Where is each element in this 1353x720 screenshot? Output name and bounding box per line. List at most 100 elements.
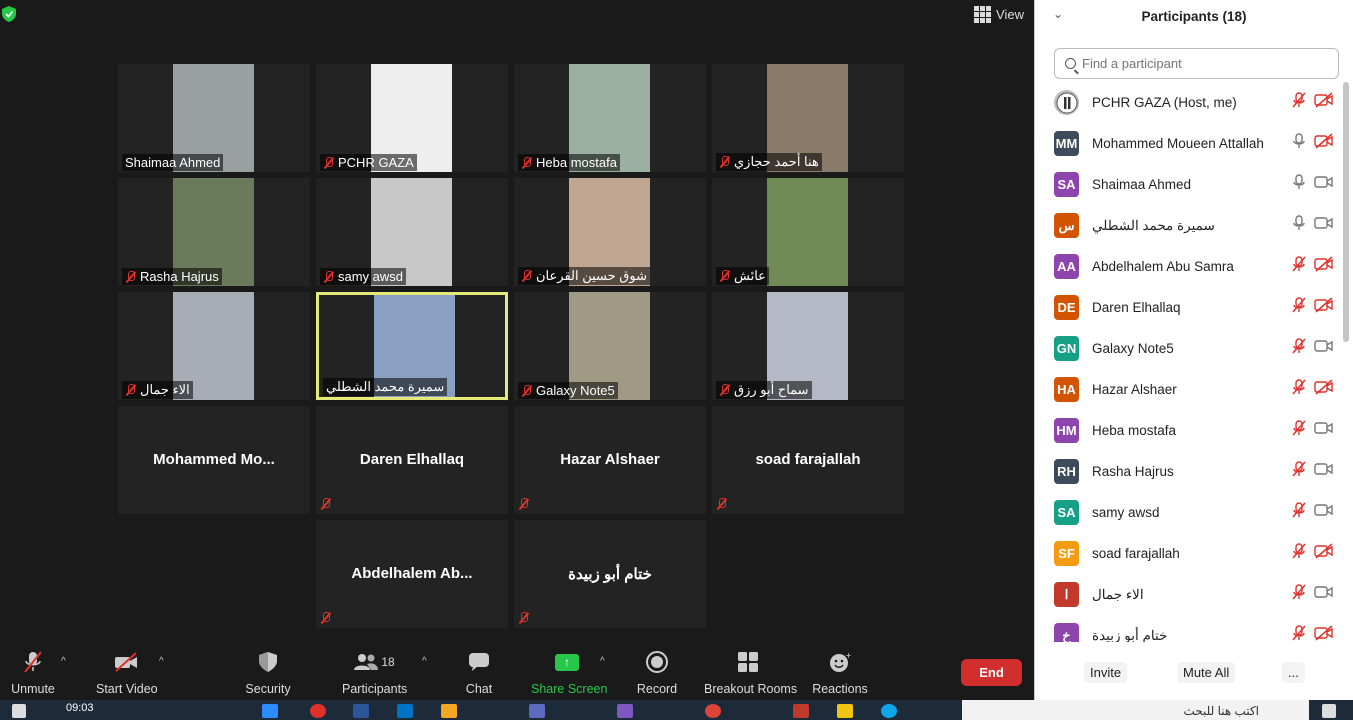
participant-row[interactable]: HA Hazar Alshaer bbox=[1035, 369, 1340, 410]
encryption-shield-icon[interactable] bbox=[2, 6, 16, 22]
participant-row[interactable]: HM Heba mostafa bbox=[1035, 410, 1340, 451]
muted-microphone-icon[interactable] bbox=[1291, 543, 1307, 564]
microphone-icon[interactable] bbox=[1291, 215, 1307, 236]
muted-microphone-icon[interactable] bbox=[1291, 379, 1307, 400]
participant-tile[interactable]: Heba mostafa bbox=[514, 64, 706, 172]
reactions-button[interactable]: + Reactions bbox=[812, 650, 868, 696]
microphone-icon[interactable] bbox=[1291, 174, 1307, 195]
calculator-app-icon[interactable] bbox=[617, 704, 633, 718]
video-off-icon[interactable] bbox=[1314, 133, 1334, 154]
participant-row[interactable]: GN Galaxy Note5 bbox=[1035, 328, 1340, 369]
chrome-app-icon[interactable] bbox=[705, 704, 721, 718]
participant-search[interactable] bbox=[1054, 48, 1339, 79]
participant-tile[interactable]: Mohammed Mo... bbox=[118, 406, 310, 514]
record-button[interactable]: Record bbox=[636, 650, 678, 696]
audio-options-caret-icon[interactable]: ^ bbox=[61, 656, 66, 667]
unmute-button[interactable]: Unmute bbox=[10, 650, 56, 696]
participant-search-input[interactable] bbox=[1082, 56, 1322, 71]
windows-logo-icon[interactable] bbox=[1322, 704, 1336, 718]
participant-tile[interactable]: samy awsd bbox=[316, 178, 508, 286]
video-off-icon[interactable] bbox=[1314, 92, 1334, 113]
video-off-icon[interactable] bbox=[1314, 625, 1334, 642]
view-button[interactable]: View bbox=[974, 6, 1024, 23]
more-options-button[interactable]: ... bbox=[1282, 662, 1305, 683]
participant-tile[interactable]: Abdelhalem Ab... bbox=[316, 520, 508, 628]
participant-tile[interactable]: شوق حسين القرعان bbox=[514, 178, 706, 286]
participant-tile[interactable]: عائش bbox=[712, 178, 904, 286]
participant-tile[interactable]: Hazar Alshaer bbox=[514, 406, 706, 514]
muted-microphone-icon[interactable] bbox=[1291, 420, 1307, 441]
video-off-icon[interactable] bbox=[1314, 256, 1334, 277]
outlook-app-icon[interactable] bbox=[397, 704, 413, 718]
grid-view-icon bbox=[974, 6, 992, 23]
participant-list-scrollbar[interactable] bbox=[1343, 82, 1349, 342]
participant-tile[interactable]: soad farajallah bbox=[712, 406, 904, 514]
microphone-icon[interactable] bbox=[1291, 133, 1307, 154]
tile-display-name: Abdelhalem Ab... bbox=[351, 565, 473, 582]
folder-app-icon[interactable] bbox=[441, 704, 457, 718]
chat-button[interactable]: Chat bbox=[461, 650, 497, 696]
opera-app-icon[interactable] bbox=[310, 704, 326, 718]
muted-microphone-icon[interactable] bbox=[1291, 297, 1307, 318]
word-app-icon[interactable] bbox=[353, 704, 369, 718]
video-camera-icon[interactable] bbox=[1314, 174, 1334, 195]
participant-tile[interactable]: PCHR GAZA bbox=[316, 64, 508, 172]
participant-tile[interactable]: سماح أبو رزق bbox=[712, 292, 904, 400]
participant-tile[interactable]: الاء جمال bbox=[118, 292, 310, 400]
share-screen-button[interactable]: ↑ Share Screen bbox=[531, 650, 607, 696]
muted-microphone-icon[interactable] bbox=[1291, 256, 1307, 277]
participant-row[interactable]: AA Abdelhalem Abu Samra bbox=[1035, 246, 1340, 287]
participant-row[interactable]: MM Mohammed Moueen Attallah bbox=[1035, 123, 1340, 164]
video-camera-icon[interactable] bbox=[1314, 461, 1334, 482]
muted-microphone-icon[interactable] bbox=[1291, 338, 1307, 359]
participant-tile[interactable]: سميرة محمد الشطلي bbox=[316, 292, 508, 400]
participant-tile[interactable]: Daren Elhallaq bbox=[316, 406, 508, 514]
video-camera-icon[interactable] bbox=[1314, 502, 1334, 523]
store-app-icon[interactable] bbox=[793, 704, 809, 718]
tile-name-label: Shaimaa Ahmed bbox=[122, 154, 224, 171]
app-icon[interactable] bbox=[529, 704, 545, 718]
video-camera-icon[interactable] bbox=[1314, 420, 1334, 441]
start-video-button[interactable]: Start Video bbox=[96, 650, 158, 696]
breakout-rooms-button[interactable]: Breakout Rooms bbox=[704, 650, 797, 696]
muted-microphone-icon[interactable] bbox=[1291, 625, 1307, 642]
participant-row[interactable]: SF soad farajallah bbox=[1035, 533, 1340, 574]
video-off-icon[interactable] bbox=[1314, 543, 1334, 564]
participant-tile[interactable]: Rasha Hajrus bbox=[118, 178, 310, 286]
edge-app-icon[interactable] bbox=[881, 704, 897, 718]
taskbar-search[interactable]: اكتب هنا للبحث bbox=[962, 700, 1309, 720]
participant-tile[interactable]: هنا أحمد حجازي bbox=[712, 64, 904, 172]
muted-microphone-icon[interactable] bbox=[1291, 461, 1307, 482]
participant-tile[interactable]: Shaimaa Ahmed bbox=[118, 64, 310, 172]
start-menu-icon[interactable] bbox=[12, 704, 26, 718]
participant-row[interactable]: س سميرة محمد الشطلي bbox=[1035, 205, 1340, 246]
muted-microphone-icon[interactable] bbox=[1291, 584, 1307, 605]
share-options-caret-icon[interactable]: ^ bbox=[600, 656, 605, 667]
video-camera-icon[interactable] bbox=[1314, 338, 1334, 359]
participant-row[interactable]: SA samy awsd bbox=[1035, 492, 1340, 533]
end-meeting-button[interactable]: End bbox=[961, 659, 1022, 686]
participant-row[interactable]: SA Shaimaa Ahmed bbox=[1035, 164, 1340, 205]
avatar: HA bbox=[1054, 377, 1079, 402]
participant-tile[interactable]: ختام أبو زبيدة bbox=[514, 520, 706, 628]
mute-all-button[interactable]: Mute All bbox=[1177, 662, 1236, 683]
video-options-caret-icon[interactable]: ^ bbox=[159, 656, 164, 667]
video-camera-icon[interactable] bbox=[1314, 584, 1334, 605]
video-off-icon[interactable] bbox=[1314, 297, 1334, 318]
participants-button[interactable]: 18 Participants bbox=[342, 650, 407, 696]
participants-options-caret-icon[interactable]: ^ bbox=[422, 656, 427, 667]
invite-button[interactable]: Invite bbox=[1084, 662, 1128, 683]
participant-row[interactable]: ا الاء جمال bbox=[1035, 574, 1340, 615]
zoom-app-icon[interactable] bbox=[262, 704, 278, 718]
participant-row[interactable]: PCHR GAZA (Host, me) bbox=[1035, 82, 1340, 123]
file-explorer-app-icon[interactable] bbox=[837, 704, 853, 718]
participant-row[interactable]: خ ختام أبو زبيدة bbox=[1035, 615, 1340, 642]
participant-tile[interactable]: Galaxy Note5 bbox=[514, 292, 706, 400]
security-button[interactable]: Security bbox=[245, 650, 291, 696]
video-off-icon[interactable] bbox=[1314, 379, 1334, 400]
muted-microphone-icon[interactable] bbox=[1291, 92, 1307, 113]
muted-microphone-icon[interactable] bbox=[1291, 502, 1307, 523]
video-camera-icon[interactable] bbox=[1314, 215, 1334, 236]
participant-row[interactable]: DE Daren Elhallaq bbox=[1035, 287, 1340, 328]
participant-row[interactable]: RH Rasha Hajrus bbox=[1035, 451, 1340, 492]
